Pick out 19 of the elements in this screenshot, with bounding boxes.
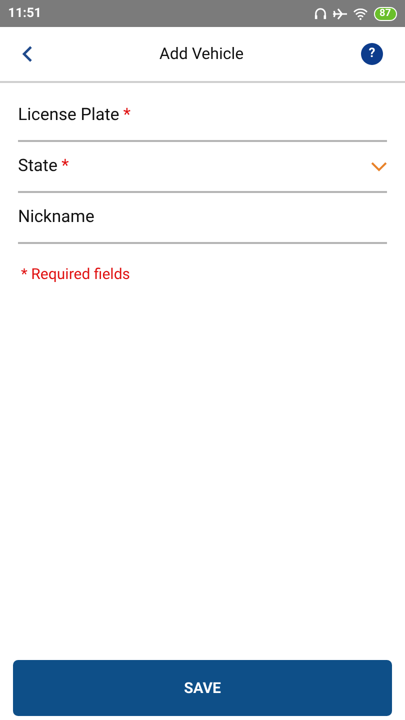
- back-icon: [22, 45, 33, 63]
- required-note: * Required fields: [21, 264, 132, 285]
- input-field[interactable]: License Plate *: [18, 91, 387, 142]
- save-button[interactable]: SAVE: [13, 660, 392, 716]
- required-mark: *: [123, 104, 131, 127]
- input-field[interactable]: Nickname: [18, 193, 387, 244]
- headphones-icon: [314, 7, 327, 20]
- wifi-icon: [352, 8, 368, 20]
- page-title: Add Vehicle: [158, 43, 245, 65]
- chevron-down-icon: [371, 162, 387, 172]
- field-label: State: [18, 154, 58, 178]
- status-time: 11:51: [8, 4, 42, 23]
- help-button[interactable]: ?: [361, 43, 383, 65]
- field-label: License Plate: [18, 104, 120, 127]
- airplane-icon: [332, 8, 347, 20]
- battery-level: 87: [374, 6, 397, 20]
- state-dropdown[interactable]: State *: [18, 142, 387, 193]
- field-label: Nickname: [18, 206, 94, 229]
- required-mark: *: [61, 154, 69, 178]
